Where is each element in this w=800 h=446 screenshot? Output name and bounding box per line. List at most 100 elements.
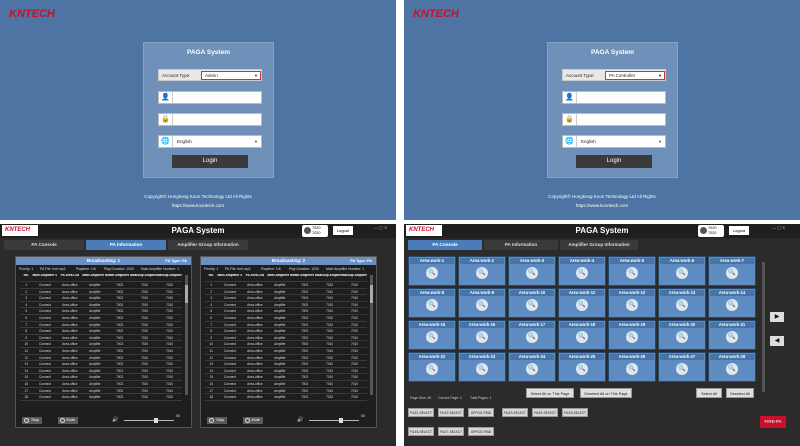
password-field[interactable]: 🔒: [562, 113, 666, 126]
username-field[interactable]: 👤: [158, 91, 262, 104]
table-scrollbar[interactable]: [185, 275, 188, 395]
tab-amplifier-group[interactable]: Amplifier Group Information: [168, 240, 248, 250]
quick-select-button[interactable]: FILE7-SELECT: [438, 427, 464, 436]
table-row[interactable]: 6 Connect Area-office Amplifie 7002 7010 7010: [205, 315, 367, 322]
logout-button[interactable]: Logout: [729, 226, 749, 235]
area-card[interactable]: Area-work-26 🔍: [608, 352, 656, 382]
area-card[interactable]: Area-work-8 🔍: [408, 288, 456, 318]
deselect-all-page-button[interactable]: Deselect All on This Page: [580, 388, 632, 398]
table-row[interactable]: 9 Connect Area-office Amplifie 7002 7010 7010: [20, 335, 182, 342]
table-row[interactable]: 13 Connect Area-office Amplifie 7002 7010 7010: [20, 361, 182, 368]
table-row[interactable]: 10 Connect Area-office Amplifie 7002 7010 7010: [205, 341, 367, 348]
login-button[interactable]: Login: [172, 155, 248, 168]
area-card[interactable]: Area-work-27 🔍: [658, 352, 706, 382]
area-card[interactable]: Area-work-5 🔍: [608, 256, 656, 286]
area-card[interactable]: Area-work-13 🔍: [658, 288, 706, 318]
table-row[interactable]: 10 Connect Area-office Amplifie 7002 7010 7010: [20, 341, 182, 348]
table-row[interactable]: 17 Connect Area-office Amplifie 7002 7010 7010: [205, 388, 367, 395]
website-text[interactable]: https://www.koontech.com: [404, 203, 800, 208]
table-row[interactable]: 4 Connect Area-office Amplifie 7002 7010 7010: [205, 302, 367, 309]
area-card[interactable]: Area-work-4 🔍: [558, 256, 606, 286]
area-card[interactable]: Area-work-2 🔍: [458, 256, 506, 286]
table-row[interactable]: 7 Connect Area-office Amplifie 7002 7010 7010: [205, 322, 367, 329]
account-type-select[interactable]: Admin ▼: [201, 71, 261, 80]
password-field[interactable]: 🔒: [158, 113, 262, 126]
prev-page-button[interactable]: ◀: [770, 336, 784, 346]
table-row[interactable]: 8 Connect Area-office Amplifie 7002 7010 7010: [205, 328, 367, 335]
table-row[interactable]: 11 Connect Area-office Amplifie 7002 7010 7010: [205, 348, 367, 355]
quick-select-button[interactable]: FILE3-SELECT: [502, 408, 528, 417]
table-row[interactable]: 2 Connect Area-office Amplifie 7002 7010 7010: [20, 289, 182, 296]
area-card[interactable]: Area-work-7 🔍: [708, 256, 756, 286]
login-button[interactable]: Login: [576, 155, 652, 168]
table-row[interactable]: 2 Connect Area-office Amplifie 7002 7010 7010: [205, 289, 367, 296]
area-card[interactable]: Area-work-21 🔍: [708, 320, 756, 350]
table-row[interactable]: 3 Connect Area-office Amplifie 7002 7010 7010: [205, 295, 367, 302]
language-select[interactable]: 🌐 English ▼: [158, 135, 262, 148]
window-controls[interactable]: — ▢ ✕: [772, 225, 785, 230]
table-row[interactable]: 7 Connect Area-office Amplifie 7002 7010 7010: [20, 322, 182, 329]
quick-select-button[interactable]: FILE2-SELECT: [438, 408, 464, 417]
table-row[interactable]: 11 Connect Area-office Amplifie 7002 7010 7010: [20, 348, 182, 355]
table-row[interactable]: 5 Connect Area-office Amplifie 7002 7010 7010: [20, 308, 182, 315]
quick-select-button[interactable]: FILE6-SELECT: [408, 427, 434, 436]
quick-select-button[interactable]: OFFICE-FIND: [468, 427, 494, 436]
table-row[interactable]: 4 Connect Area-office Amplifie 7002 7010 7010: [20, 302, 182, 309]
table-row[interactable]: 18 Connect Area-office Amplifie 7002 7010 7010: [20, 394, 182, 401]
area-card[interactable]: Area-work-18 🔍: [558, 320, 606, 350]
quick-select-button[interactable]: FILE5-SELECT: [562, 408, 588, 417]
table-scrollbar[interactable]: [370, 275, 373, 395]
volume-knob[interactable]: [154, 418, 158, 423]
area-card[interactable]: Area-work-1 🔍: [408, 256, 456, 286]
select-all-button[interactable]: Select All: [696, 388, 722, 398]
tab-pa-console[interactable]: PA Console: [408, 240, 482, 250]
table-row[interactable]: 14 Connect Area-office Amplifie 7002 7010 7010: [205, 368, 367, 375]
table-row[interactable]: 12 Connect Area-office Amplifie 7002 7010 7010: [205, 355, 367, 362]
logout-button[interactable]: Logout: [333, 226, 353, 235]
quick-select-button[interactable]: FILE1-SELECT: [408, 408, 434, 417]
volume-slider[interactable]: [309, 420, 359, 421]
table-row[interactable]: 15 Connect Area-office Amplifie 7002 7010 7010: [20, 374, 182, 381]
quick-select-button[interactable]: OFFICE-FIND: [468, 408, 494, 417]
account-type-select[interactable]: PA Controller ▼: [605, 71, 665, 80]
area-card[interactable]: Area-work-20 🔍: [658, 320, 706, 350]
area-card[interactable]: Area-work-22 🔍: [408, 352, 456, 382]
area-card[interactable]: Area-work-6 🔍: [658, 256, 706, 286]
area-card[interactable]: Area-work-9 🔍: [458, 288, 506, 318]
table-row[interactable]: 1 Connect Area-office Amplifie 7002 7010 7010: [205, 282, 367, 289]
mute-button[interactable]: Mute: [58, 417, 78, 424]
table-row[interactable]: 1 Connect Area-office Amplifie 7002 7010 7010: [20, 282, 182, 289]
window-controls[interactable]: — ▢ ✕: [374, 225, 387, 230]
table-row[interactable]: 6 Connect Area-office Amplifie 7002 7010 7010: [20, 315, 182, 322]
stop-button[interactable]: Stop: [207, 417, 227, 424]
table-row[interactable]: 5 Connect Area-office Amplifie 7002 7010 7010: [205, 308, 367, 315]
table-row[interactable]: 8 Connect Area-office Amplifie 7002 7010 7010: [20, 328, 182, 335]
table-row[interactable]: 12 Connect Area-office Amplifie 7002 7010 7010: [20, 355, 182, 362]
stop-button[interactable]: Stop: [22, 417, 42, 424]
language-select[interactable]: 🌐 English ▼: [562, 135, 666, 148]
area-card[interactable]: Area-work-16 🔍: [458, 320, 506, 350]
table-row[interactable]: 16 Connect Area-office Amplifie 7002 7010 7010: [20, 381, 182, 388]
next-page-button[interactable]: ▶: [770, 312, 784, 322]
area-card[interactable]: Area-work-19 🔍: [608, 320, 656, 350]
table-row[interactable]: 3 Connect Area-office Amplifie 7002 7010 7010: [20, 295, 182, 302]
area-card[interactable]: Area-work-23 🔍: [458, 352, 506, 382]
mute-button[interactable]: Mute: [243, 417, 263, 424]
website-text[interactable]: https://www.koontech.com: [0, 203, 396, 208]
area-card[interactable]: Area-work-14 🔍: [708, 288, 756, 318]
table-row[interactable]: 14 Connect Area-office Amplifie 7002 7010 7010: [20, 368, 182, 375]
volume-knob[interactable]: [339, 418, 343, 423]
table-row[interactable]: 17 Connect Area-office Amplifie 7002 7010 7010: [20, 388, 182, 395]
fire-pa-button[interactable]: FIRE-PA: [760, 416, 786, 428]
table-row[interactable]: 15 Connect Area-office Amplifie 7002 7010 7010: [205, 374, 367, 381]
tab-pa-information[interactable]: PA Information: [484, 240, 558, 250]
table-row[interactable]: 18 Connect Area-office Amplifie 7002 7010 7010: [205, 394, 367, 401]
area-card[interactable]: Area-work-17 🔍: [508, 320, 556, 350]
area-scrollbar[interactable]: [762, 262, 765, 392]
area-card[interactable]: Area-work-11 🔍: [558, 288, 606, 318]
table-row[interactable]: 13 Connect Area-office Amplifie 7002 7010 7010: [205, 361, 367, 368]
area-card[interactable]: Area-work-12 🔍: [608, 288, 656, 318]
table-row[interactable]: 16 Connect Area-office Amplifie 7002 7010 7010: [205, 381, 367, 388]
area-card[interactable]: Area-work-28 🔍: [708, 352, 756, 382]
tab-pa-information[interactable]: PA Information: [86, 240, 166, 250]
